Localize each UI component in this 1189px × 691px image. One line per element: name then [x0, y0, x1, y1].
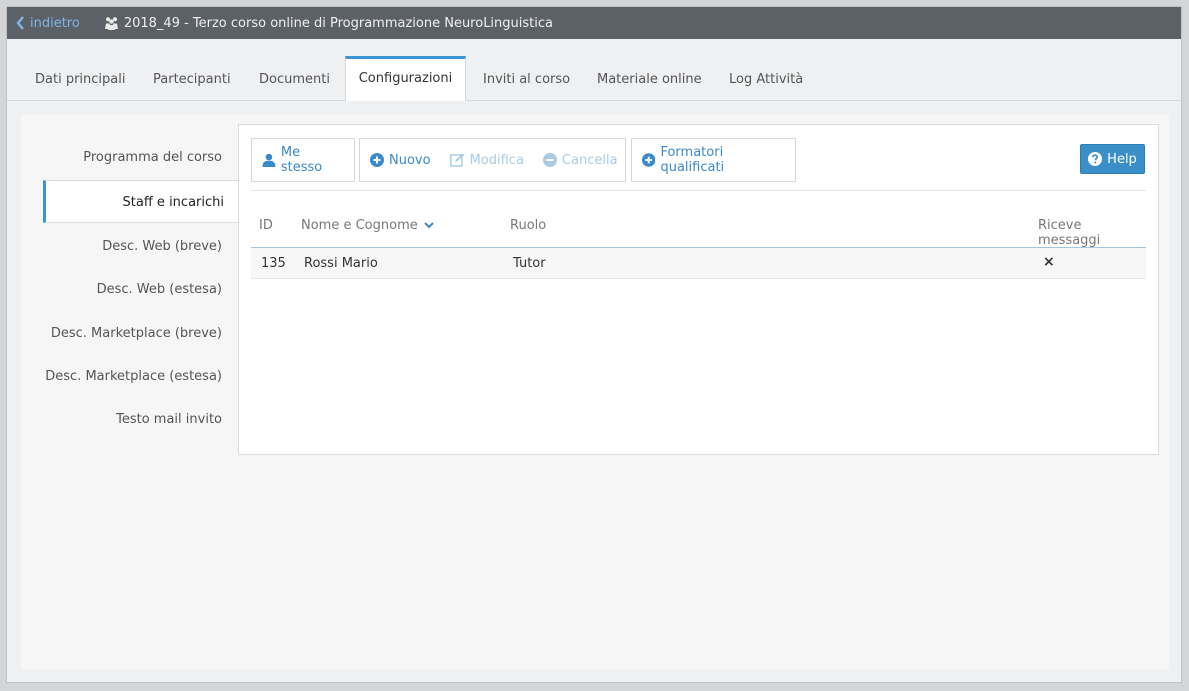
tab-materiale-online[interactable]: Materiale online — [597, 57, 702, 102]
chevron-left-icon — [16, 16, 24, 30]
modifica-label: Modifica — [469, 152, 524, 168]
help-label: Help — [1107, 151, 1137, 167]
col-header-nome-label: Nome e Cognome — [301, 218, 418, 233]
modifica-button[interactable]: Modifica — [440, 139, 533, 181]
table-header: ID Nome e Cognome Ruolo Riceve messaggi — [251, 205, 1146, 248]
tab-bar: Dati principali Partecipanti Documenti C… — [7, 39, 1181, 101]
titlebar: indietro 2018_49 - Terzo corso online di… — [7, 7, 1181, 39]
me-stesso-button[interactable]: Me stesso — [252, 139, 354, 181]
edit-icon — [449, 153, 465, 167]
me-stesso-label: Me stesso — [280, 145, 323, 175]
people-group-icon — [104, 16, 119, 30]
cell-role: Tutor — [513, 256, 546, 271]
nuovo-label: Nuovo — [389, 152, 431, 168]
sidenav-item-desc-web-estesa[interactable]: Desc. Web (estesa) — [43, 268, 238, 311]
staff-table: ID Nome e Cognome Ruolo Riceve messaggi … — [251, 205, 1146, 279]
tab-inviti-al-corso[interactable]: Inviti al corso — [483, 57, 570, 102]
col-header-riceve-messaggi[interactable]: Riceve messaggi — [1038, 218, 1146, 248]
chevron-down-icon — [424, 222, 434, 229]
toolbar-divider — [251, 190, 1146, 191]
sidenav-item-desc-marketplace-estesa[interactable]: Desc. Marketplace (estesa) — [43, 355, 238, 398]
user-icon — [262, 153, 276, 167]
table-row[interactable]: 135 Rossi Mario Tutor × — [251, 248, 1146, 279]
sidenav-item-programma[interactable]: Programma del corso — [43, 136, 238, 179]
course-title: 2018_49 - Terzo corso online di Programm… — [123, 15, 553, 31]
sidenav-item-desc-marketplace-breve[interactable]: Desc. Marketplace (breve) — [43, 312, 238, 355]
nuovo-button[interactable]: Nuovo — [360, 139, 440, 181]
tab-documenti[interactable]: Documenti — [259, 57, 330, 102]
sidenav-item-desc-web-breve[interactable]: Desc. Web (breve) — [43, 225, 238, 268]
formatori-qualificati-button[interactable]: Formatori qualificati — [632, 139, 795, 181]
question-circle-icon — [1088, 152, 1103, 166]
tab-log-attivita[interactable]: Log Attività — [729, 57, 803, 102]
sidenav-item-testo-mail[interactable]: Testo mail invito — [43, 398, 238, 441]
cell-receives-x-icon: × — [1043, 254, 1055, 270]
cell-id: 135 — [261, 256, 286, 271]
tab-partecipanti[interactable]: Partecipanti — [153, 57, 231, 102]
col-header-id[interactable]: ID — [259, 218, 273, 233]
btn-group-edit: Nuovo Modifica Cancella — [359, 138, 626, 182]
content-area: Programma del corso Staff e incarichi De… — [21, 115, 1169, 669]
staff-panel: Me stesso Nuovo Modifica Cancella Format… — [238, 124, 1159, 455]
cancella-button[interactable]: Cancella — [533, 139, 627, 181]
formatori-label: Formatori qualificati — [660, 145, 725, 175]
help-button[interactable]: Help — [1080, 144, 1145, 174]
tab-dati-principali[interactable]: Dati principali — [35, 57, 125, 102]
btn-group-formatori: Formatori qualificati — [631, 138, 796, 182]
plus-circle-icon — [370, 153, 384, 167]
tab-configurazioni[interactable]: Configurazioni — [345, 56, 466, 101]
cancella-label: Cancella — [561, 152, 618, 168]
cell-name: Rossi Mario — [304, 256, 378, 271]
btn-group-me-stesso: Me stesso — [251, 138, 355, 182]
back-link[interactable]: indietro — [16, 16, 80, 31]
plus-circle-icon — [642, 153, 656, 167]
minus-circle-icon — [542, 153, 557, 167]
col-header-nome[interactable]: Nome e Cognome — [301, 218, 434, 233]
back-label: indietro — [30, 15, 80, 31]
col-header-ruolo[interactable]: Ruolo — [510, 218, 546, 233]
sidenav-item-staff[interactable]: Staff e incarichi — [43, 180, 240, 223]
app-window: indietro 2018_49 - Terzo corso online di… — [6, 6, 1182, 683]
